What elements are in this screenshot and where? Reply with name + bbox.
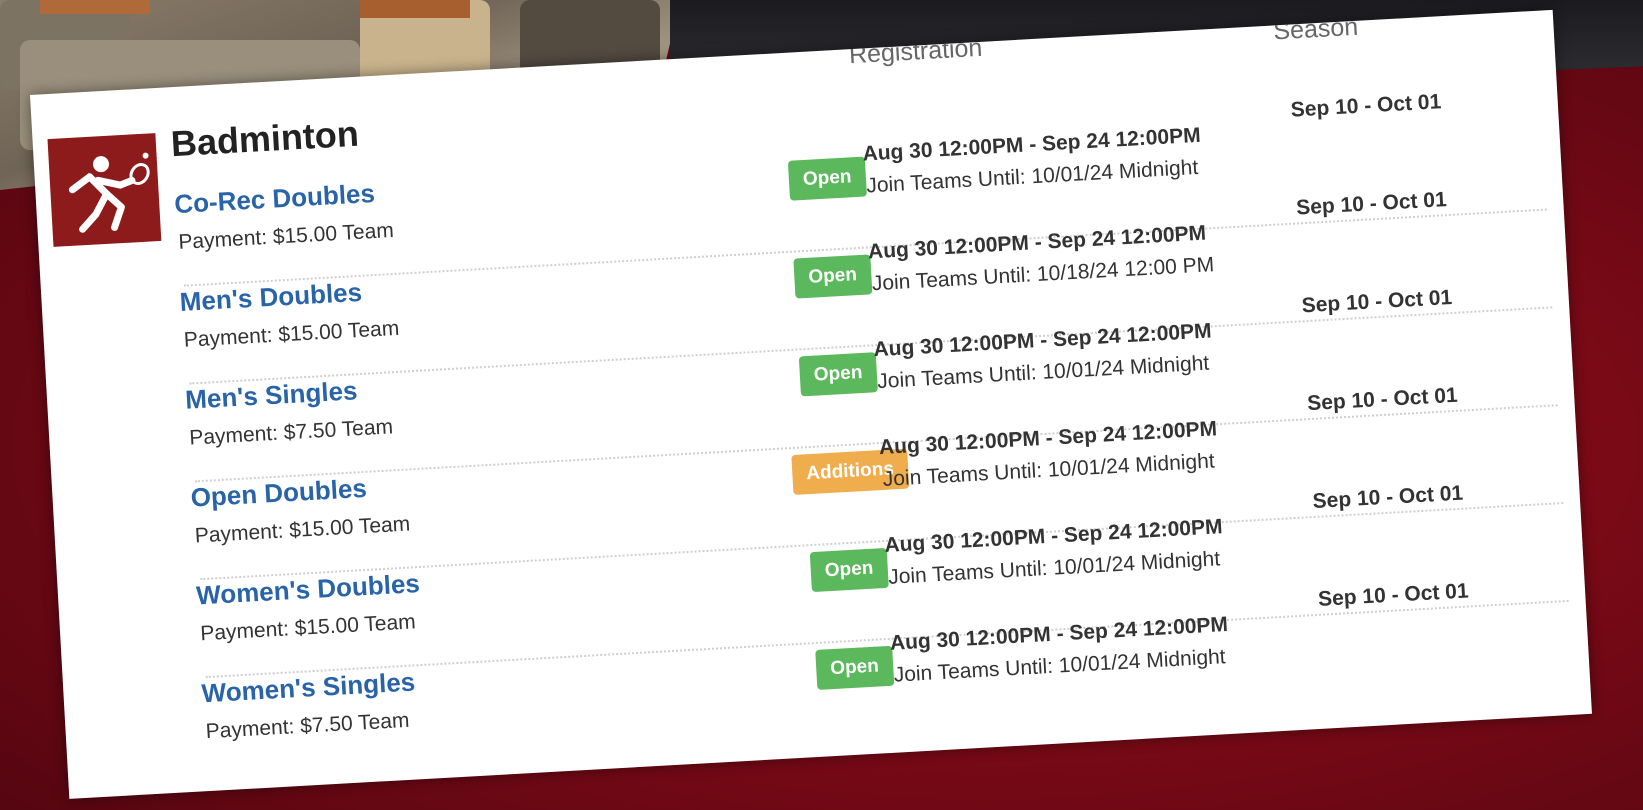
status-badge: Open (787, 156, 867, 201)
league-payment: Payment: $15.00 Team (183, 316, 400, 352)
league-payment: Payment: $7.50 Team (205, 708, 411, 744)
sport-title: Badminton (169, 112, 360, 165)
league-payment: Payment: $7.50 Team (188, 415, 394, 450)
league-payment: Payment: $15.00 Team (177, 218, 395, 254)
league-payment: Payment: $15.00 Team (194, 512, 411, 548)
status-badge: Open (809, 547, 889, 593)
status-badge: Open (793, 254, 873, 299)
status-badge: Open (815, 645, 894, 690)
season-dates: Sep 10 - Oct 01 (1290, 90, 1442, 122)
league-panel: Registration Season Badminton Co-Rec Dou… (30, 9, 1592, 799)
league-payment: Payment: $15.00 Team (199, 610, 417, 646)
league-name-link[interactable]: Co-Rec Doubles (173, 178, 375, 220)
photo-table (40, 0, 150, 14)
photo-laptop (360, 0, 470, 18)
badminton-player-svg (68, 152, 150, 233)
badminton-player-icon (47, 133, 162, 247)
status-badge: Open (798, 352, 878, 397)
